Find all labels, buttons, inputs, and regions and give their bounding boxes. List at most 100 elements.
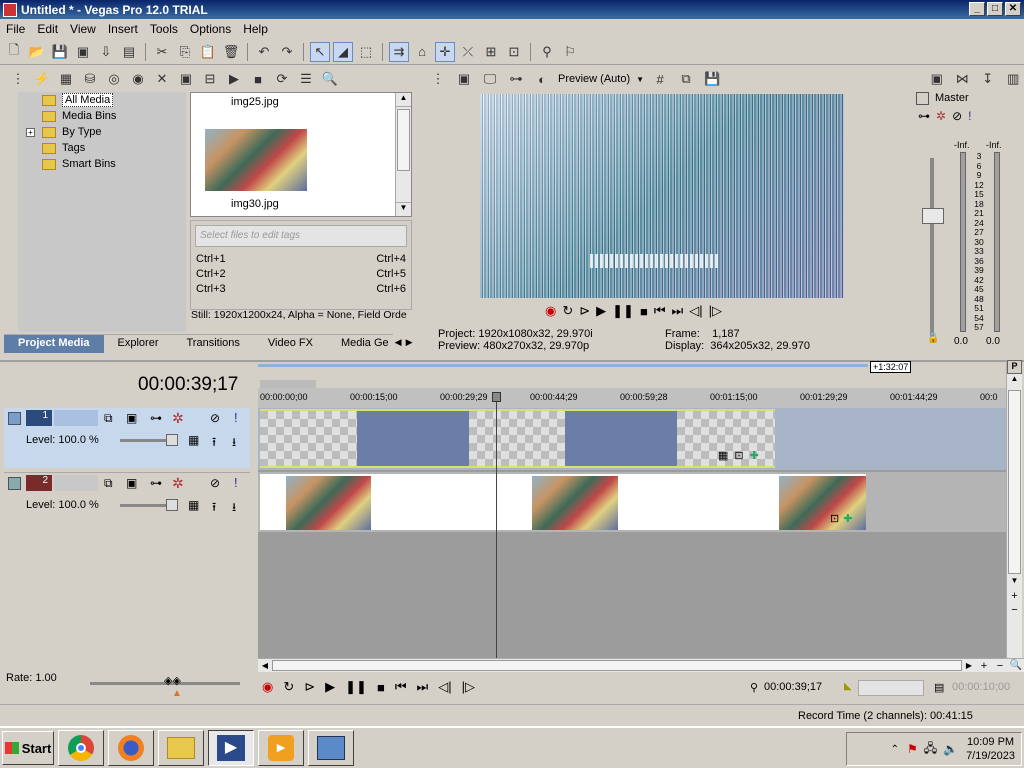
pause-icon[interactable]: ❚❚ (612, 303, 634, 319)
tab-explorer[interactable]: Explorer (103, 334, 173, 353)
menu-file[interactable]: File (0, 22, 31, 36)
menu-edit[interactable]: Edit (31, 22, 64, 36)
go-to-end-icon[interactable]: ⏭ (417, 679, 429, 695)
tab-scroll-left-icon[interactable]: ◀ (393, 334, 404, 353)
scroll-thumb[interactable] (397, 109, 410, 171)
make-compositing-child-icon[interactable]: ▣ (126, 476, 137, 490)
copy-snapshot-icon[interactable]: ⧉ (676, 69, 696, 89)
scroll-thumb[interactable] (1008, 390, 1021, 574)
tab-project-media[interactable]: Project Media (4, 334, 104, 353)
timeline-horizontal-scrollbar[interactable]: ◀ ▶ + − 🔍 (258, 658, 1024, 672)
solo-icon[interactable]: ! (234, 410, 238, 425)
record-icon[interactable]: ◉ (262, 679, 273, 695)
paste-icon[interactable]: 📋 (198, 42, 218, 62)
remove-unused-icon[interactable]: ◎ (104, 69, 124, 89)
properties-small-icon[interactable]: ▣ (176, 69, 196, 89)
tags-input[interactable]: Select files to edit tags (195, 225, 407, 247)
track1-crossfade[interactable] (565, 411, 677, 467)
expand-icon[interactable]: + (26, 127, 35, 137)
snapping-icon[interactable]: ✛ (435, 41, 455, 62)
render-icon[interactable]: ⇩ (96, 42, 116, 62)
open-icon[interactable]: 📂 (27, 42, 47, 62)
tree-item-media-bins[interactable]: Media Bins (42, 108, 186, 124)
solo-icon[interactable]: ! (968, 109, 971, 123)
control-panel-taskbar-button[interactable] (308, 730, 354, 766)
track1-crossfade[interactable] (357, 411, 469, 467)
dim-icon[interactable]: ↧ (979, 69, 997, 89)
volume-icon[interactable]: 🔈 (943, 742, 958, 756)
downmix-icon[interactable]: ⋈ (954, 69, 972, 89)
lock-envelopes-icon[interactable]: ⌂ (412, 42, 432, 62)
maximize-button[interactable]: □ (987, 2, 1003, 16)
scroll-left-icon[interactable]: ◀ (258, 661, 272, 670)
stop-icon[interactable]: ■ (377, 680, 385, 695)
capture-icon[interactable]: ▦ (56, 69, 76, 89)
mute-icon[interactable]: ⊘ (210, 411, 220, 425)
rate-slider-thumb[interactable]: ◈◈ (164, 674, 181, 687)
track1-clip[interactable] (469, 411, 565, 467)
bypass-motion-blur-icon[interactable]: ▦ (188, 433, 199, 447)
stop-preview-icon[interactable]: ■ (248, 69, 268, 89)
track-fx-icon[interactable]: ✲ (172, 410, 184, 427)
menu-view[interactable]: View (64, 22, 102, 36)
normal-edit-tool-icon[interactable]: ↖ (310, 41, 330, 62)
tab-video-fx[interactable]: Video FX (253, 334, 327, 353)
tree-item-smart-bins[interactable]: Smart Bins (42, 156, 186, 172)
tree-item-by-type[interactable]: + By Type (26, 124, 186, 140)
zoom-out-icon[interactable]: − (992, 660, 1008, 672)
chevron-down-icon[interactable]: ▼ (636, 75, 644, 84)
level-slider-thumb[interactable] (166, 434, 178, 446)
track-expand-icon[interactable] (8, 412, 21, 425)
move-down-icon[interactable]: ⭳ (232, 498, 236, 519)
auto-preview-icon[interactable]: ⟳ (272, 69, 292, 89)
media-fx-icon[interactable]: ◉ (128, 69, 148, 89)
track1-envelope[interactable] (260, 409, 775, 411)
preview-properties-icon[interactable]: ▣ (454, 69, 474, 89)
play-icon[interactable]: ▶ (325, 679, 335, 695)
zoom-tool-icon[interactable]: ⊡ (504, 42, 524, 62)
cursor-pin-icon[interactable]: ⚲ (750, 681, 758, 694)
envelope-tool-icon[interactable]: ◢ (333, 41, 353, 62)
stop-icon[interactable]: ■ (640, 304, 648, 319)
level-slider-thumb[interactable] (166, 499, 178, 511)
track1-clip[interactable] (260, 411, 357, 467)
new-icon[interactable]: 🗋 (4, 42, 24, 62)
mono-icon[interactable]: ▥ (1005, 69, 1023, 89)
marker-bar[interactable] (260, 380, 316, 388)
properties-icon[interactable]: ▤ (119, 42, 139, 62)
selection-length-field[interactable] (858, 680, 924, 696)
track-motion-icon[interactable]: ⊶ (150, 476, 162, 490)
chrome-taskbar-button[interactable] (58, 730, 104, 766)
loop-region-bar[interactable] (258, 364, 868, 367)
track-expand-icon[interactable] (8, 477, 21, 490)
minimize-button[interactable]: _ (969, 2, 985, 16)
playhead-handle[interactable] (492, 392, 501, 402)
delete-icon[interactable]: 🗑 (221, 42, 241, 62)
scroll-up-icon[interactable]: ▲ (1007, 374, 1022, 388)
pan-crop-icon[interactable]: ⊡ (734, 449, 743, 462)
master-select-icon[interactable] (916, 91, 929, 105)
play-preview-icon[interactable]: ▶ (224, 69, 244, 89)
menu-help[interactable]: Help (237, 22, 274, 36)
save-as-icon[interactable]: ▣ (73, 42, 93, 62)
preview-quality-select[interactable]: Preview (Auto) (558, 73, 630, 85)
playhead-cursor[interactable] (496, 394, 497, 658)
zoom-out-icon[interactable]: − (1007, 604, 1022, 618)
menu-tools[interactable]: Tools (144, 22, 184, 36)
fx-icon[interactable]: ✲ (936, 109, 946, 123)
vegas-taskbar-button[interactable]: ▶ (208, 730, 254, 766)
prev-frame-icon[interactable]: ◁| (689, 303, 702, 319)
end-time[interactable]: 00:00:10;00 (952, 681, 1010, 693)
save-icon[interactable]: 💾 (50, 42, 70, 62)
search-icon[interactable]: 🔍 (320, 69, 340, 89)
file-name-img25[interactable]: img25.jpg (231, 96, 279, 108)
track-motion-icon[interactable]: ⊶ (150, 411, 162, 425)
pause-icon[interactable]: ❚❚ (345, 679, 367, 695)
show-hidden-icons-icon[interactable]: ⌃ (891, 744, 899, 755)
thumbnail-img30[interactable] (205, 129, 307, 191)
track-header-1[interactable]: 1 ⧉ ▣ ⊶ ✲ ⊘ ! Level: 100.0 % ▦ ⭱ ⭳ (4, 408, 250, 468)
media-player-taskbar-button[interactable]: ▶ (258, 730, 304, 766)
file-list-scrollbar[interactable]: ▲ ▼ (395, 93, 411, 216)
tab-transitions[interactable]: Transitions (172, 334, 254, 353)
media-generator-icon[interactable]: ⊟ (200, 69, 220, 89)
